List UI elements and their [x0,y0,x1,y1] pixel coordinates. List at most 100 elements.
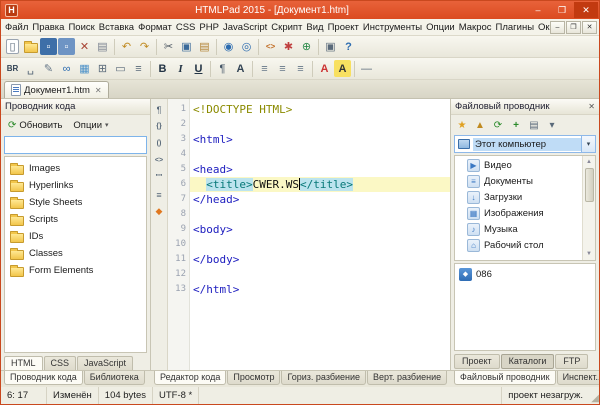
right-panel-tab[interactable]: Инспект... [557,371,599,385]
code-line[interactable]: </html> [190,282,450,297]
left-panel-tab[interactable]: Библиотека [84,371,145,385]
code-line[interactable] [190,147,450,162]
menu-item[interactable]: Файл [3,21,30,34]
code-line[interactable]: <head> [190,162,450,177]
scrollbar[interactable]: ▲ ▼ [582,156,595,260]
menu-item[interactable]: Проект [326,21,361,34]
filter-icon[interactable]: ▾ [544,117,560,133]
align-right-button[interactable]: ≡ [292,60,309,77]
minimize-button[interactable]: – [526,2,550,18]
list-button[interactable]: ≡ [130,60,147,77]
code-line[interactable]: <html> [190,132,450,147]
braces-icon[interactable]: {} [152,120,166,133]
italic-button[interactable]: I [172,60,189,77]
mdi-minimize-button[interactable]: – [550,21,565,34]
bold-button[interactable]: B [154,60,171,77]
redo-icon[interactable]: ↷ [136,38,153,55]
color-palette-icon[interactable]: ✱ [280,38,297,55]
explorer-mode-tab[interactable]: Проект [454,354,500,369]
device-item[interactable]: ◆086 [457,266,593,282]
paragraph-button[interactable]: ¶ [214,60,231,77]
menu-item[interactable]: Вид [304,21,325,34]
left-panel-tab[interactable]: Проводник кода [4,371,83,385]
parentheses-icon[interactable]: () [152,137,166,150]
open-file-icon[interactable] [22,38,39,55]
options-button[interactable]: Опции ▾ [69,119,112,132]
menu-item[interactable]: Окна [536,21,550,34]
code-line[interactable] [190,267,450,282]
menu-item[interactable]: Плагины [494,21,537,34]
menu-item[interactable]: Макрос [457,21,494,34]
undo-icon[interactable]: ↶ [118,38,135,55]
align-center-button[interactable]: ≡ [274,60,291,77]
paste-icon[interactable]: ▤ [196,38,213,55]
replace-icon[interactable]: ◎ [238,38,255,55]
save-icon[interactable]: ▫ [40,38,57,55]
new-document-icon[interactable]: ▯ [6,39,19,54]
code-line[interactable]: <!DOCTYPE HTML> [190,102,450,117]
code-explorer-folder[interactable]: Hyperlinks [10,177,146,194]
menu-item[interactable]: Скрипт [269,21,304,34]
browser-preview-icon[interactable]: ⊕ [298,38,315,55]
code-line[interactable]: </head> [190,192,450,207]
code-line[interactable] [190,117,450,132]
menu-item[interactable]: Поиск [66,21,96,34]
cut-icon[interactable]: ✂ [160,38,177,55]
menu-item[interactable]: CSS [174,21,198,34]
editor-view-tab[interactable]: Редактор кода [154,371,226,385]
explorer-mode-tab[interactable]: Каталоги [501,354,555,369]
anchor-button[interactable]: ∞ [58,60,75,77]
code-explorer-folder[interactable]: Images [10,160,146,177]
code-line[interactable]: </body> [190,252,450,267]
paragraph-marks-icon[interactable]: ¶ [152,103,166,116]
code-editor[interactable]: <!DOCTYPE HTML> <html> <head> <title>CWER.… [190,99,450,370]
scroll-thumb[interactable] [585,168,594,202]
code-explorer-folder[interactable]: Form Elements [10,262,146,279]
table-button[interactable]: ⊞ [94,60,111,77]
horizontal-rule-button[interactable]: — [358,60,375,77]
nbsp-button[interactable]: ␣ [22,60,39,77]
new-folder-icon[interactable]: + [508,117,524,133]
file-tree-item[interactable]: ≡Документы [455,173,582,189]
close-button[interactable]: ✕ [574,2,598,18]
editor-view-tab[interactable]: Гориз. разбиение [281,371,366,385]
mdi-restore-button[interactable]: ❐ [566,21,581,34]
highlight-color-button[interactable]: A [334,60,351,77]
tab-close-icon[interactable]: ✕ [95,86,102,95]
image-button[interactable]: ▦ [76,60,93,77]
code-line[interactable]: <title>CWER.WS</title> [190,177,450,192]
refresh-button[interactable]: ⟳ Обновить [4,119,66,132]
code-explorer-folder[interactable]: IDs [10,228,146,245]
explorer-mode-tab[interactable]: FTP [555,354,588,369]
menu-item[interactable]: Правка [30,21,66,34]
menu-item[interactable]: Формат [136,21,174,34]
save-all-icon[interactable]: ▫ [58,38,75,55]
folder-up-icon[interactable]: ▲ [472,117,488,133]
comment-button[interactable]: ✎ [40,60,57,77]
file-tree-item[interactable]: ♪Музыка [455,221,582,237]
panel-close-icon[interactable]: ✕ [588,102,595,111]
refresh-icon[interactable]: ⟳ [490,117,506,133]
location-combo[interactable]: Этот компьютер ▾ [454,135,596,153]
document-tab[interactable]: Документ1.htm ✕ [4,81,109,98]
text-color-button[interactable]: A [316,60,333,77]
find-icon[interactable]: ◉ [220,38,237,55]
quotes-icon[interactable]: "" [152,171,166,184]
file-tree-item[interactable]: ▶Видео [455,157,582,173]
close-document-icon[interactable]: ✕ [76,38,93,55]
help-icon[interactable]: ? [340,38,357,55]
form-button[interactable]: ▭ [112,60,129,77]
menu-item[interactable]: PHP [197,21,221,34]
insert-tag-icon[interactable]: <> [262,38,279,55]
code-line[interactable] [190,207,450,222]
menu-item[interactable]: Инструменты [361,21,424,34]
code-explorer-folder[interactable]: Style Sheets [10,194,146,211]
combo-dropdown-icon[interactable]: ▾ [581,136,595,152]
editor-view-tab[interactable]: Верт. разбиение [367,371,447,385]
language-tab[interactable]: HTML [4,356,43,370]
angle-brackets-icon[interactable]: <> [152,154,166,167]
code-explorer-folder[interactable]: Scripts [10,211,146,228]
snippets-icon[interactable]: ≡ [152,188,166,201]
views-icon[interactable]: ▤ [526,117,542,133]
mdi-close-button[interactable]: ✕ [582,21,597,34]
